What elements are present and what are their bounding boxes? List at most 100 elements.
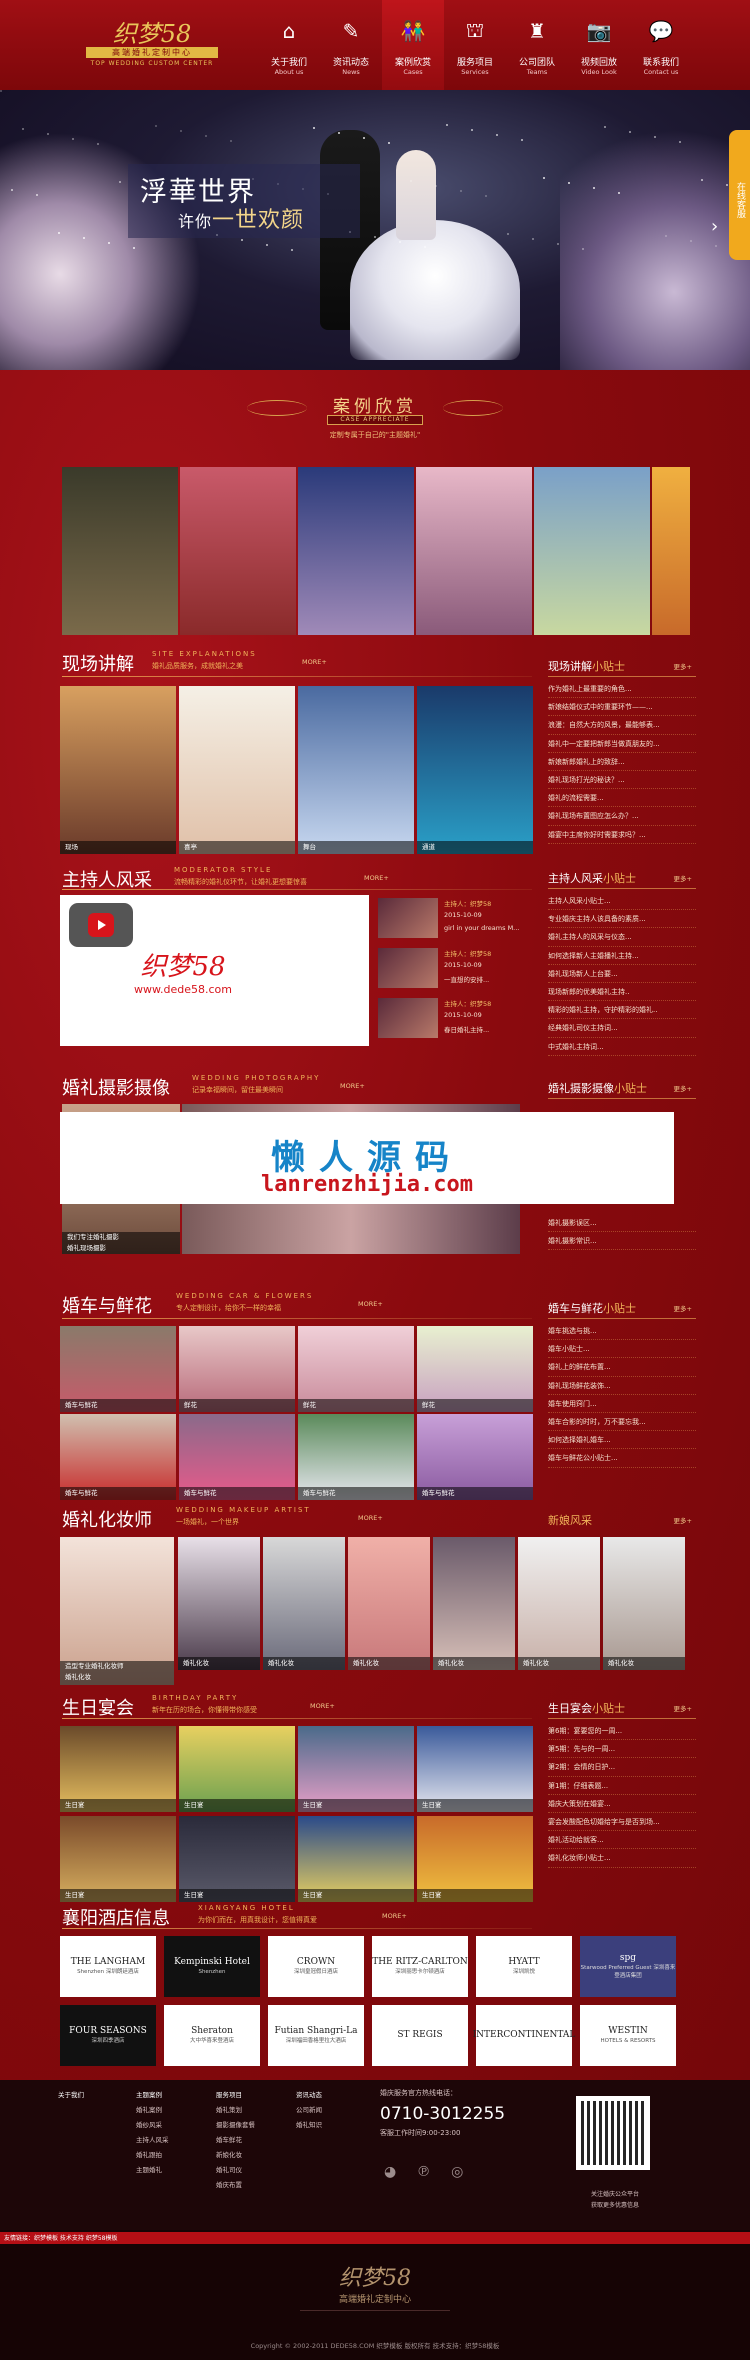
tips-item[interactable]: 经典婚礼司仪主持词... <box>548 1019 696 1038</box>
car-flower-item[interactable]: 鲜花 <box>417 1326 533 1412</box>
more-link[interactable]: MORE+ <box>382 1912 407 1920</box>
tips-item[interactable]: 婚庆大策划在婚宴... <box>548 1795 696 1813</box>
footer-link[interactable]: 婚礼策划 <box>216 2103 286 2118</box>
more-link[interactable]: 更多+ <box>674 1303 692 1313</box>
case-item[interactable] <box>652 467 690 635</box>
footer-link[interactable]: 主持人风采 <box>136 2133 206 2148</box>
footer-link[interactable]: 婚礼司仪 <box>216 2163 286 2178</box>
car-flower-item[interactable]: 婚车与鲜花 <box>417 1414 533 1500</box>
car-flower-item[interactable]: 婚车与鲜花 <box>60 1414 176 1500</box>
hotel-logo[interactable]: Kempinski Hotel Shenzhen <box>164 1936 260 1997</box>
hero-banner[interactable] <box>0 90 750 370</box>
footer-link[interactable]: 婚车鲜花 <box>216 2133 286 2148</box>
birthday-item[interactable]: 生日宴 <box>60 1726 176 1812</box>
more-link[interactable]: 更多+ <box>674 873 692 883</box>
birthday-item[interactable]: 生日宴 <box>298 1726 414 1812</box>
more-link[interactable]: MORE+ <box>364 874 389 882</box>
tips-item[interactable]: 婚礼活动给就客... <box>548 1831 696 1850</box>
tips-item[interactable]: 新娘结婚仪式中的重要环节——... <box>548 698 696 717</box>
makeup-item[interactable]: 婚礼化妆 <box>603 1537 685 1670</box>
nav-item-teams[interactable]: ♜ 公司团队 Teams <box>506 0 568 90</box>
nav-item-video-look[interactable]: 📷 视频回放 Video Look <box>568 0 630 90</box>
more-link[interactable]: 更多+ <box>674 1515 692 1525</box>
footer-column-title[interactable]: 主题案例 <box>136 2088 206 2103</box>
tips-item[interactable]: 婚礼化妆师小贴士... <box>548 1849 696 1868</box>
footer-link[interactable]: 婚礼知识 <box>296 2118 366 2133</box>
hotel-logo[interactable]: Sheraton 大中华喜来登酒店 <box>164 2005 260 2066</box>
hotel-logo[interactable]: ST REGIS <box>372 2005 468 2066</box>
car-flower-item[interactable]: 鲜花 <box>298 1326 414 1412</box>
birthday-item[interactable]: 生日宴 <box>417 1816 533 1902</box>
tips-item[interactable]: 婚礼摄影误区... <box>548 1214 696 1233</box>
nav-item-about-us[interactable]: ⌂ 关于我们 About us <box>258 0 320 90</box>
site-photo[interactable]: 舞台 <box>298 686 414 854</box>
hotline-number[interactable]: 0710-3012255 <box>380 2104 530 2124</box>
birthday-item[interactable]: 生日宴 <box>179 1816 295 1902</box>
birthday-item[interactable]: 生日宴 <box>298 1816 414 1902</box>
case-item[interactable] <box>534 467 650 635</box>
tips-item[interactable]: 新娘新郎婚礼上的致辞... <box>548 753 696 771</box>
tips-item[interactable]: 作为婚礼上最重要的角色... <box>548 680 696 699</box>
tips-item[interactable]: 中式婚礼主持词... <box>548 1038 696 1056</box>
hotel-logo[interactable]: CROWN 深圳皇冠假日酒店 <box>268 1936 364 1997</box>
weibo-icon[interactable]: ◎ <box>451 2164 463 2180</box>
footer-column-title[interactable]: 关于我们 <box>58 2088 128 2103</box>
tips-item[interactable]: 婚礼现场布置图应怎么办？... <box>548 807 696 826</box>
more-link[interactable]: 更多+ <box>674 661 692 671</box>
host-news-item[interactable]: 主持人：织梦58 2015-10-09 春日婚礼主持... <box>378 998 530 1042</box>
footer-column-title[interactable]: 服务项目 <box>216 2088 286 2103</box>
car-flower-item[interactable]: 鲜花 <box>179 1326 295 1412</box>
host-news-item[interactable]: 主持人：织梦58 2015-10-09 girl in your dreams M.… <box>378 898 530 942</box>
footer-link[interactable]: 婚礼跟拍 <box>136 2148 206 2163</box>
tips-item[interactable]: 浪漫：自然大方的风景，最能够表... <box>548 716 696 735</box>
site-photo[interactable]: 喜亭 <box>179 686 295 854</box>
hotel-logo[interactable]: FOUR SEASONS 深圳四季酒店 <box>60 2005 156 2066</box>
tips-item[interactable]: 婚宴中主席你好时需要求吗？... <box>548 826 696 844</box>
more-link[interactable]: 更多+ <box>674 1083 692 1093</box>
footer-link[interactable]: 主题婚礼 <box>136 2163 206 2178</box>
site-logo[interactable]: 织梦58 高端婚礼定制中心 TOP WEDDING CUSTOM CENTER <box>82 14 222 67</box>
tips-item[interactable]: 婚车挑选与挑... <box>548 1322 696 1341</box>
hotel-logo[interactable]: INTERCONTINENTAL <box>473 2005 575 2066</box>
tips-item[interactable]: 婚车使用窍门... <box>548 1395 696 1413</box>
qq-icon[interactable]: ◕ <box>384 2164 396 2180</box>
tips-item[interactable]: 第2期：会情的日护... <box>548 1758 696 1777</box>
tips-item[interactable]: 主持人风采小贴士... <box>548 892 696 911</box>
tips-item[interactable]: 婚车合影的时时，万不要忘我... <box>548 1413 696 1432</box>
birthday-item[interactable]: 生日宴 <box>60 1816 176 1902</box>
tips-item[interactable]: 婚礼现场新人上台要... <box>548 965 696 983</box>
makeup-item[interactable]: 婚礼化妆 <box>518 1537 600 1670</box>
tips-item[interactable]: 第6期：宴要您的一周... <box>548 1722 696 1741</box>
tips-item[interactable]: 专业婚庆主持人该具备的素质... <box>548 910 696 929</box>
tips-item[interactable]: 婚礼摄影常识... <box>548 1232 696 1251</box>
hotel-logo[interactable]: Futian Shangri-La 深圳福田香格里拉大酒店 <box>268 2005 364 2066</box>
nav-item-news[interactable]: ✎ 资讯动态 News <box>320 0 382 90</box>
car-flower-item[interactable]: 婚车与鲜花 <box>60 1326 176 1412</box>
footer-link[interactable]: 新娘化妆 <box>216 2148 286 2163</box>
site-photo[interactable]: 通道 <box>417 686 533 854</box>
tips-item[interactable]: 精彩的婚礼主持，守护精彩的婚礼.. <box>548 1001 696 1020</box>
nav-item-contact-us[interactable]: 💬 联系我们 Contact us <box>630 0 692 90</box>
friend-links[interactable]: 友情链接：织梦模板 技术支持 织梦58模板 <box>4 2233 117 2242</box>
nav-item-cases[interactable]: 👫 案例欣赏 Cases <box>382 0 444 90</box>
site-photo[interactable]: 现场 <box>60 686 176 854</box>
hotel-logo[interactable]: WESTIN HOTELS & RESORTS <box>580 2005 676 2066</box>
tips-item[interactable]: 第5期：先与的一周... <box>548 1740 696 1759</box>
case-item[interactable] <box>416 467 532 635</box>
more-link[interactable]: MORE+ <box>358 1514 383 1522</box>
hotel-logo[interactable]: spg Starwood Preferred Guest 深圳喜来登酒店集团 <box>580 1936 676 1997</box>
tips-item[interactable]: 婚车小贴士... <box>548 1340 696 1359</box>
case-item[interactable] <box>180 467 296 635</box>
tips-item[interactable]: 婚礼主持人的风采与仪态... <box>548 928 696 947</box>
car-flower-item[interactable]: 婚车与鲜花 <box>298 1414 414 1500</box>
tips-item[interactable]: 如何选择新人主婚播礼主持... <box>548 947 696 965</box>
birthday-item[interactable]: 生日宴 <box>417 1726 533 1812</box>
tips-item[interactable]: 婚礼现场鲜花装饰... <box>548 1377 696 1395</box>
footer-column-title[interactable]: 资讯动态 <box>296 2088 366 2103</box>
online-service-tab[interactable]: 在线客服 <box>729 130 750 260</box>
footer-link[interactable]: 婚礼案例 <box>136 2103 206 2118</box>
pinterest-icon[interactable]: ℗ <box>417 2164 431 2180</box>
hotel-logo[interactable]: THE RITZ-CARLTON 深圳丽思卡尔顿酒店 <box>372 1936 468 1997</box>
makeup-featured[interactable]: 造型专业婚礼化妆师 婚礼化妆 <box>60 1537 174 1685</box>
more-link[interactable]: MORE+ <box>302 658 327 666</box>
